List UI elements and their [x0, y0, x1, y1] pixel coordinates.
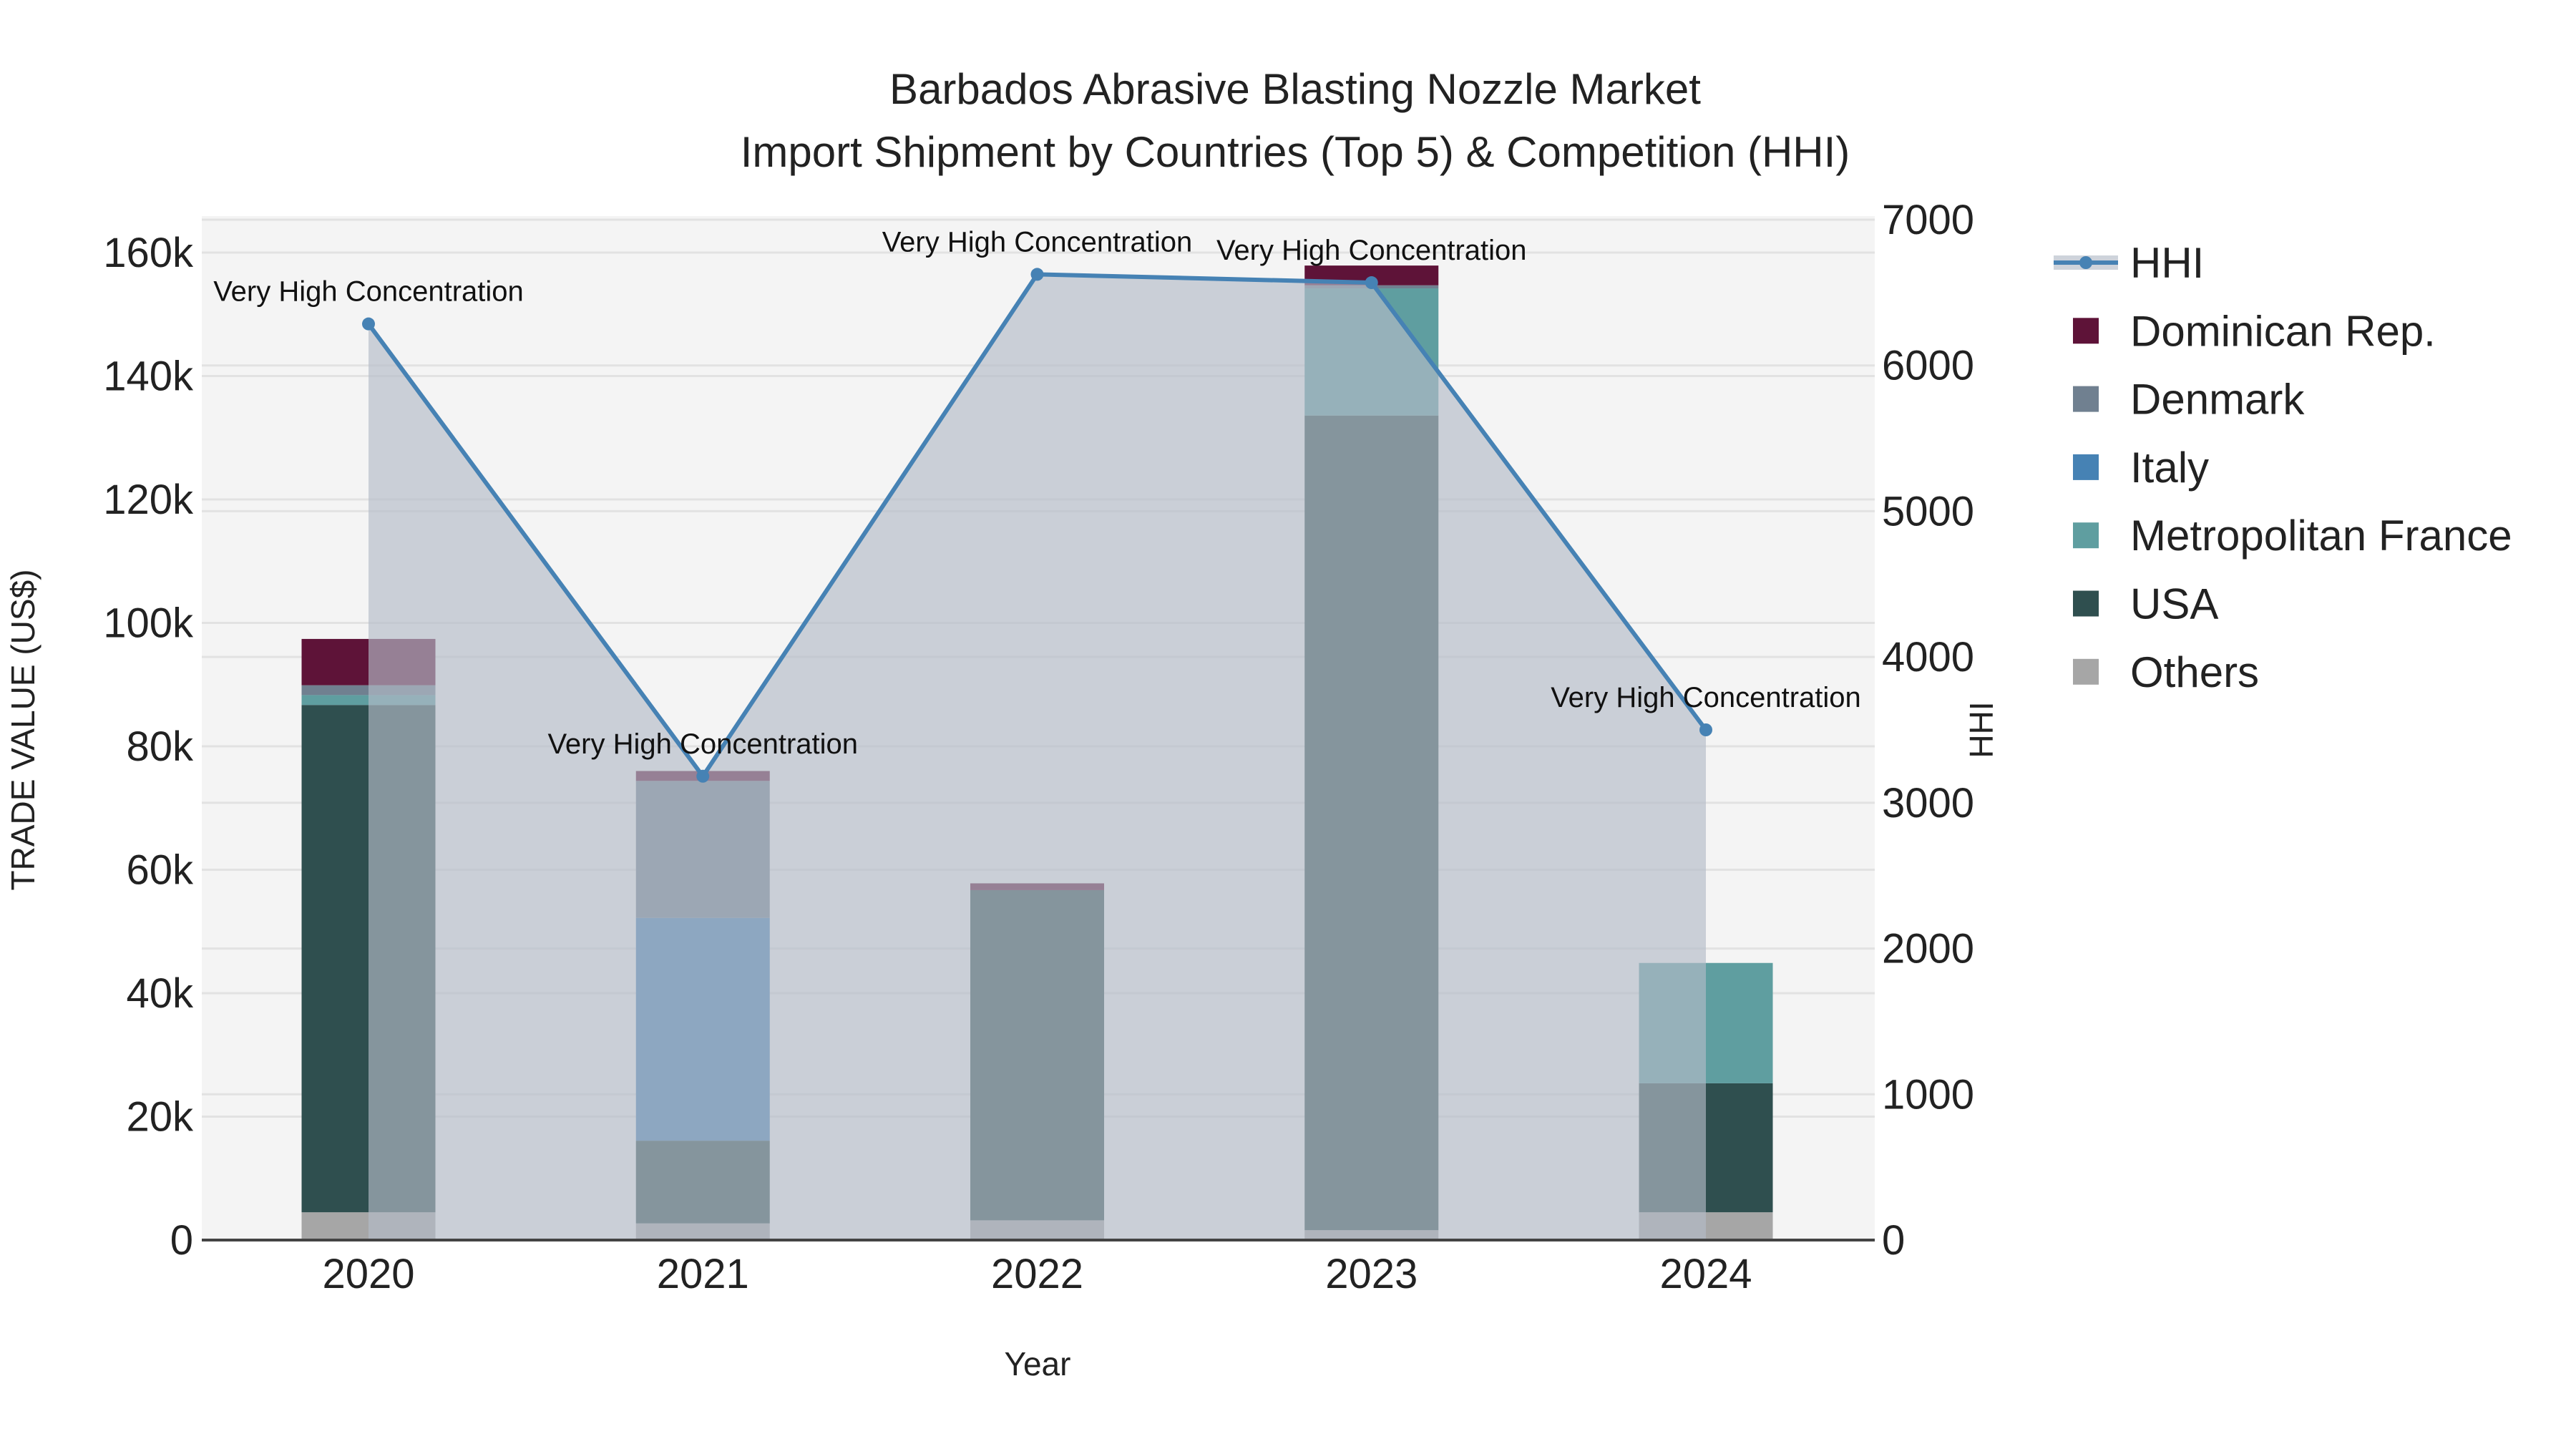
legend-swatch [2073, 318, 2099, 344]
legend-item-hhi: HHI [2054, 239, 2204, 287]
legend-swatch [2073, 454, 2099, 480]
hhi-annotation: Very High Concentration [1216, 235, 1527, 266]
legend-item-others: Others [2073, 648, 2259, 696]
y2-axis-label: HHI [1963, 701, 2000, 758]
x-tick-label: 2023 [1325, 1251, 1418, 1297]
legend-label: Denmark [2130, 376, 2305, 424]
legend-swatch [2073, 386, 2099, 412]
legend-label: Metropolitan France [2130, 512, 2512, 560]
y2-tick-label: 0 [1882, 1217, 1905, 1264]
chart-title: Barbados Abrasive Blasting Nozzle Market [889, 65, 1701, 113]
y-tick-label: 40k [126, 970, 194, 1017]
hhi-annotation: Very High Concentration [1551, 682, 1861, 713]
y-tick-label: 60k [126, 847, 194, 894]
legend-swatch [2073, 522, 2099, 549]
x-tick-label: 2022 [991, 1251, 1083, 1297]
x-tick-label: 2020 [322, 1251, 414, 1297]
chart: Very High Concentration Very High Concent… [4, 65, 2512, 1382]
x-tick-label: 2021 [657, 1251, 749, 1297]
legend-item-dominican-rep-: Dominican Rep. [2073, 307, 2436, 355]
chart-subtitle: Import Shipment by Countries (Top 5) & C… [741, 128, 1850, 176]
legend-label: USA [2130, 580, 2218, 628]
y2-tick-label: 6000 [1882, 343, 1974, 389]
y-tick-label: 160k [103, 230, 194, 276]
y2-tick-label: 5000 [1882, 488, 1974, 535]
y-tick-label: 120k [103, 477, 194, 523]
legend-swatch [2073, 590, 2099, 617]
y2-tick-label: 1000 [1882, 1071, 1974, 1118]
hhi-point-2023 [1365, 276, 1378, 290]
y-tick-label: 140k [103, 353, 194, 400]
hhi-annotation: Very High Concentration [213, 276, 524, 308]
y-tick-label: 100k [103, 600, 194, 647]
legend-item-usa: USA [2073, 580, 2218, 628]
y-tick-label: 80k [126, 723, 194, 770]
legend-item-metropolitan-france: Metropolitan France [2073, 512, 2512, 560]
hhi-annotation: Very High Concentration [547, 728, 858, 760]
legend-label: Others [2130, 648, 2259, 696]
hhi-point-2020 [362, 317, 375, 331]
y2-tick-label: 2000 [1882, 926, 1974, 972]
legend-label: Dominican Rep. [2130, 307, 2436, 355]
legend-item-italy: Italy [2073, 444, 2209, 492]
hhi-point-2024 [1699, 723, 1712, 736]
y2-tick-label: 7000 [1882, 197, 1974, 243]
legend-item-denmark: Denmark [2073, 376, 2305, 424]
y2-tick-label: 3000 [1882, 780, 1974, 826]
legend-swatch [2073, 658, 2099, 685]
x-tick-label: 2024 [1659, 1251, 1752, 1297]
y-tick-label: 20k [126, 1094, 194, 1141]
y-axis-label: TRADE VALUE (US$) [4, 569, 42, 890]
legend-label: HHI [2130, 239, 2204, 287]
legend-marker [2079, 256, 2092, 269]
hhi-point-2021 [696, 769, 710, 783]
x-axis-label: Year [1005, 1345, 1071, 1382]
hhi-point-2022 [1030, 268, 1044, 281]
y-tick-label: 0 [170, 1217, 193, 1264]
legend-label: Italy [2130, 444, 2209, 492]
y2-tick-label: 4000 [1882, 634, 1974, 680]
hhi-annotation: Very High Concentration [882, 226, 1193, 258]
